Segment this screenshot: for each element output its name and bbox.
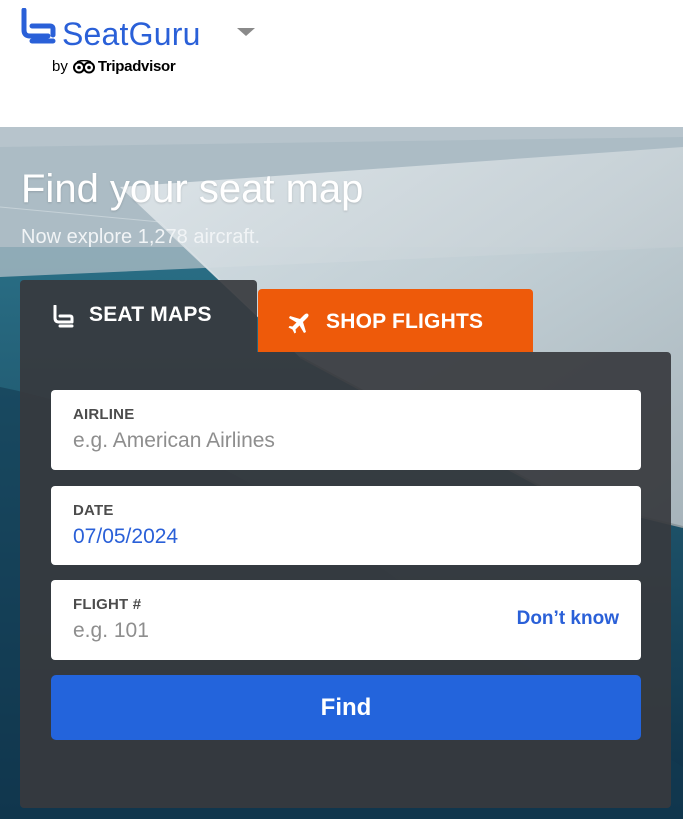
page-title: Find your seat map	[21, 167, 364, 211]
byline: by Tripadvisor	[52, 58, 176, 76]
flight-input[interactable]: e.g. 101	[73, 618, 149, 644]
airline-input[interactable]: e.g. American Airlines	[73, 428, 275, 454]
date-input[interactable]: 07/05/2024	[73, 524, 178, 550]
flight-field[interactable]: FLIGHT # e.g. 101 Don’t know	[51, 580, 641, 660]
hero-section: Find your seat map Now explore 1,278 air…	[0, 127, 683, 819]
date-label: DATE	[73, 502, 114, 519]
date-field[interactable]: DATE 07/05/2024	[51, 486, 641, 565]
tab-shop-flights-label: SHOP FLIGHTS	[326, 310, 484, 333]
dont-know-link[interactable]: Don’t know	[517, 608, 619, 630]
chevron-down-icon[interactable]	[237, 28, 255, 36]
tab-shop-flights[interactable]: SHOP FLIGHTS	[258, 289, 533, 352]
airplane-icon	[288, 313, 309, 334]
page-subtitle: Now explore 1,278 aircraft.	[21, 226, 261, 248]
seat-logo-icon[interactable]	[20, 8, 56, 48]
flight-label: FLIGHT #	[73, 596, 142, 613]
tab-seat-maps[interactable]: SEAT MAPS	[20, 280, 257, 352]
byline-brand: Tripadvisor	[97, 58, 176, 75]
seat-icon	[53, 305, 74, 328]
airline-label: AIRLINE	[73, 406, 135, 423]
find-button[interactable]: Find	[51, 675, 641, 740]
airline-field[interactable]: AIRLINE e.g. American Airlines	[51, 390, 641, 470]
byline-prefix: by	[52, 58, 68, 75]
tripadvisor-owl-icon	[72, 60, 95, 74]
site-header: SeatGuru by Tripadvisor	[0, 0, 683, 127]
search-panel: AIRLINE e.g. American Airlines DATE 07/0…	[20, 352, 671, 808]
brand-name[interactable]: SeatGuru	[62, 14, 201, 54]
tab-seat-maps-label: SEAT MAPS	[89, 303, 212, 326]
